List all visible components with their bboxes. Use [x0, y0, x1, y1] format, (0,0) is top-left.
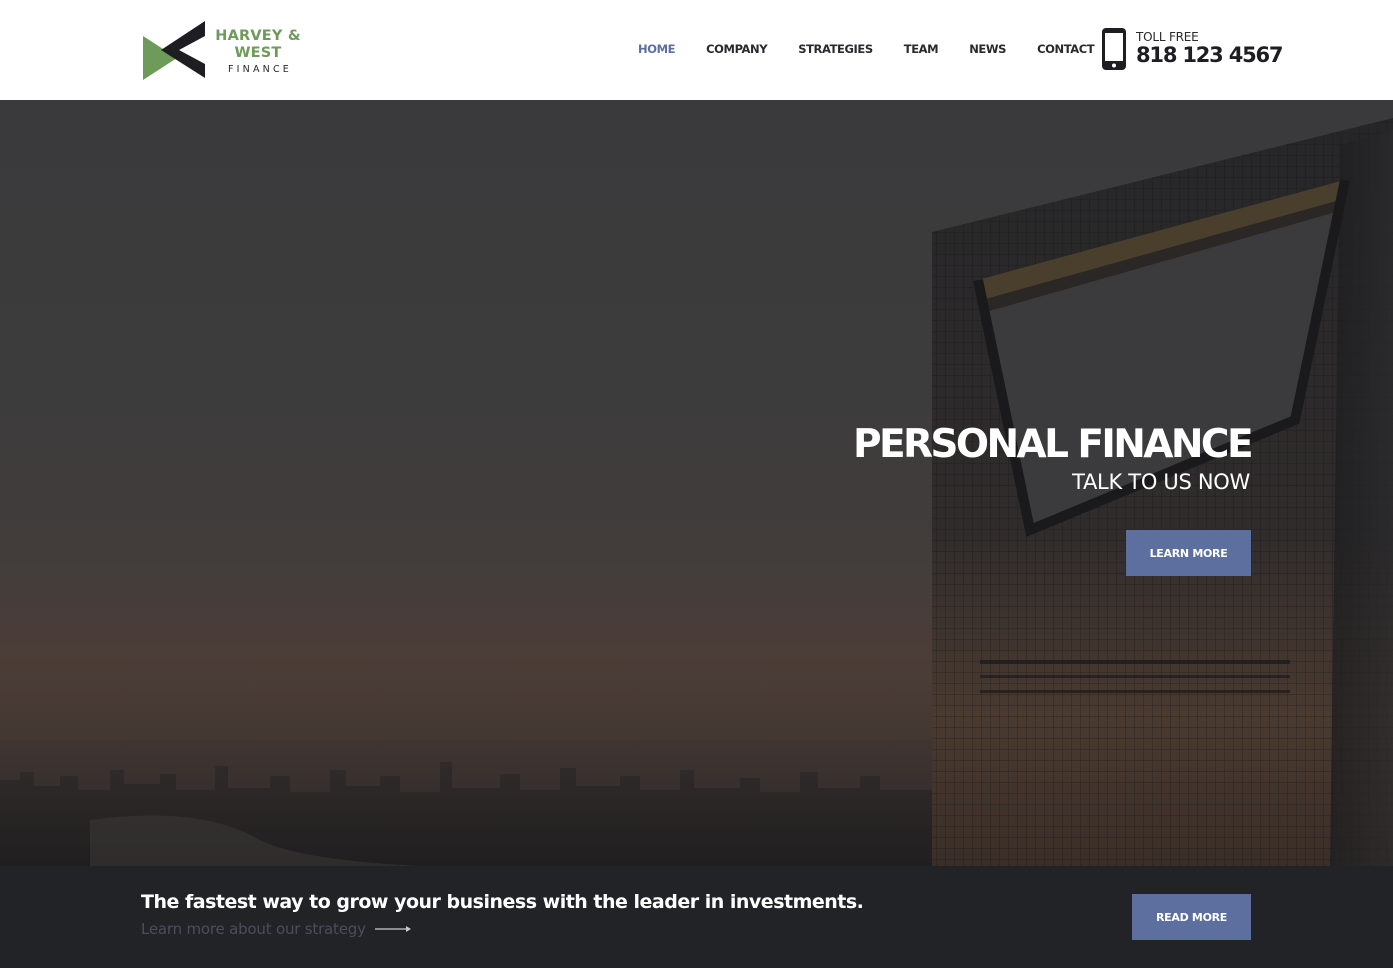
- nav-item-news[interactable]: NEWS: [969, 42, 1006, 60]
- logo-wordmark: HARVEY & WEST FINANCE: [213, 28, 303, 75]
- hero-title: PERSONAL FINANCE: [852, 422, 1254, 467]
- toll-free-contact[interactable]: TOLL FREE 818 123 4567: [1101, 28, 1284, 72]
- logo-name-line3: FINANCE: [227, 64, 292, 75]
- nav-item-company[interactable]: COMPANY: [706, 42, 767, 60]
- nav-item-home[interactable]: HOME: [638, 42, 676, 60]
- site-logo[interactable]: HARVEY & WEST FINANCE: [141, 18, 301, 82]
- learn-strategy-link[interactable]: Learn more about our strategy: [141, 920, 411, 938]
- logo-name-line1: HARVEY &: [215, 28, 301, 44]
- phone-number[interactable]: 818 123 4567: [1136, 43, 1284, 67]
- hero-subtitle: TALK TO US NOW: [1072, 470, 1250, 494]
- site-header: HARVEY & WEST FINANCE HOME COMPANY STRAT…: [0, 0, 1393, 100]
- nav-item-contact[interactable]: CONTACT: [1037, 42, 1095, 60]
- hero-section: PERSONAL FINANCE TALK TO US NOW LEARN MO…: [0, 100, 1393, 866]
- nav-item-strategies[interactable]: STRATEGIES: [798, 42, 873, 60]
- logo-mark-icon: [143, 21, 205, 80]
- toll-free-label: TOLL FREE: [1136, 30, 1199, 44]
- arrow-right-icon: [374, 926, 411, 932]
- logo-name-line2: WEST: [234, 45, 282, 61]
- learn-strategy-link-text: Learn more about our strategy: [141, 920, 366, 938]
- learn-more-button[interactable]: LEARN MORE: [1126, 530, 1251, 576]
- read-more-button[interactable]: READ MORE: [1132, 894, 1251, 940]
- cta-title: The fastest way to grow your business wi…: [141, 891, 864, 913]
- main-nav: HOME COMPANY STRATEGIES TEAM NEWS CONTAC…: [625, 42, 1095, 60]
- mobile-phone-icon: [1102, 28, 1126, 70]
- nav-item-team[interactable]: TEAM: [904, 42, 939, 60]
- cta-bar: The fastest way to grow your business wi…: [0, 866, 1393, 968]
